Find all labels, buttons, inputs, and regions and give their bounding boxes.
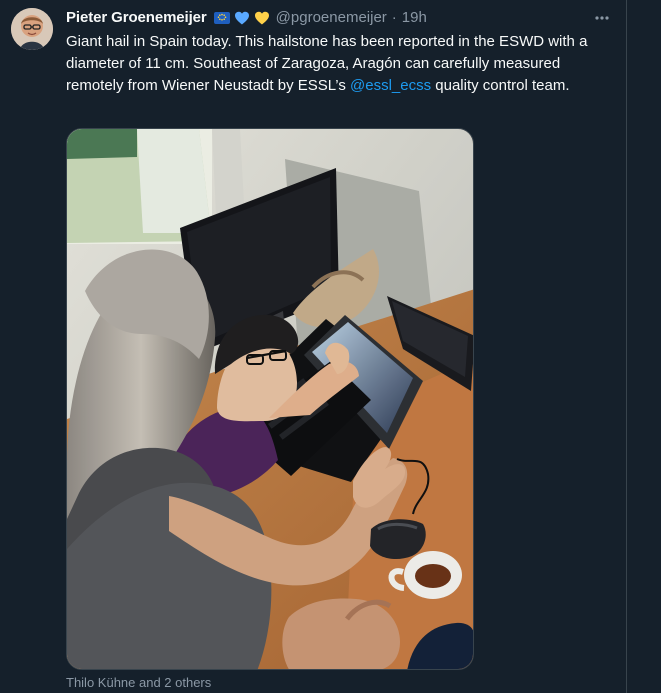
tweet-header: Pieter Groenemeijer @pgroenemeijer · 19h [66,8,596,28]
author-display-name[interactable]: Pieter Groenemeijer [66,8,207,28]
meta-separator: · [391,9,397,26]
tweet-time[interactable]: 19h [402,8,427,28]
profile-badges [213,10,271,26]
avatar-portrait-icon [11,8,53,50]
yellow-heart-icon [253,10,271,26]
media-tag-line[interactable]: Thilo Kühne and 2 others [66,674,211,691]
timeline-column: Pieter Groenemeijer @pgroenemeijer · 19h… [0,0,627,693]
blue-heart-icon [233,10,251,26]
tweet-page: Pieter Groenemeijer @pgroenemeijer · 19h… [0,0,661,693]
office-photo-image [67,129,473,669]
tweet-text-tail: quality control team. [431,77,570,94]
eu-flag-icon [213,10,231,26]
more-horizontal-icon [595,16,609,20]
more-options-button[interactable] [588,8,616,28]
avatar[interactable] [11,8,53,50]
tweet-photo[interactable] [66,128,474,670]
mention-link[interactable]: @essl_ecss [350,77,431,94]
author-handle[interactable]: @pgroenemeijer [276,8,387,28]
tweet-text: Giant hail in Spain today. This hailston… [66,31,606,97]
